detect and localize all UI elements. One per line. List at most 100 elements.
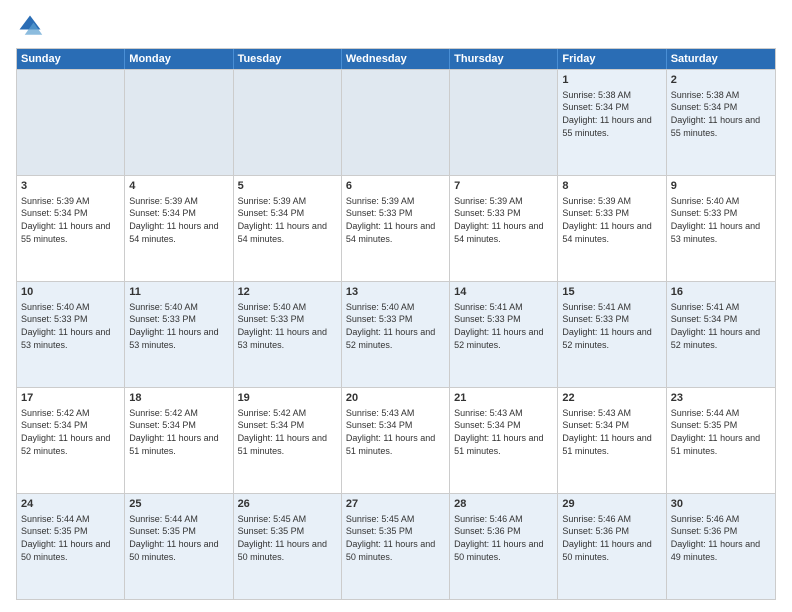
calendar-cell [450, 70, 558, 175]
day-number: 11 [129, 285, 228, 300]
cell-info: Sunrise: 5:41 AM Sunset: 5:34 PM Dayligh… [671, 301, 771, 351]
cell-info: Sunrise: 5:40 AM Sunset: 5:33 PM Dayligh… [129, 301, 228, 351]
calendar-body: 1Sunrise: 5:38 AM Sunset: 5:34 PM Daylig… [17, 69, 775, 599]
day-number: 30 [671, 497, 771, 512]
calendar-cell: 14Sunrise: 5:41 AM Sunset: 5:33 PM Dayli… [450, 282, 558, 387]
day-number: 26 [238, 497, 337, 512]
calendar-cell: 5Sunrise: 5:39 AM Sunset: 5:34 PM Daylig… [234, 176, 342, 281]
day-number: 9 [671, 179, 771, 194]
cell-info: Sunrise: 5:40 AM Sunset: 5:33 PM Dayligh… [238, 301, 337, 351]
cell-info: Sunrise: 5:39 AM Sunset: 5:33 PM Dayligh… [346, 195, 445, 245]
calendar-cell: 29Sunrise: 5:46 AM Sunset: 5:36 PM Dayli… [558, 494, 666, 599]
cell-info: Sunrise: 5:46 AM Sunset: 5:36 PM Dayligh… [562, 513, 661, 563]
calendar-cell: 7Sunrise: 5:39 AM Sunset: 5:33 PM Daylig… [450, 176, 558, 281]
calendar-row-2: 10Sunrise: 5:40 AM Sunset: 5:33 PM Dayli… [17, 281, 775, 387]
weekday-header-tuesday: Tuesday [234, 49, 342, 69]
calendar-cell: 13Sunrise: 5:40 AM Sunset: 5:33 PM Dayli… [342, 282, 450, 387]
cell-info: Sunrise: 5:43 AM Sunset: 5:34 PM Dayligh… [454, 407, 553, 457]
cell-info: Sunrise: 5:40 AM Sunset: 5:33 PM Dayligh… [346, 301, 445, 351]
calendar-row-0: 1Sunrise: 5:38 AM Sunset: 5:34 PM Daylig… [17, 69, 775, 175]
calendar-row-1: 3Sunrise: 5:39 AM Sunset: 5:34 PM Daylig… [17, 175, 775, 281]
calendar-row-4: 24Sunrise: 5:44 AM Sunset: 5:35 PM Dayli… [17, 493, 775, 599]
day-number: 27 [346, 497, 445, 512]
day-number: 29 [562, 497, 661, 512]
day-number: 23 [671, 391, 771, 406]
calendar-row-3: 17Sunrise: 5:42 AM Sunset: 5:34 PM Dayli… [17, 387, 775, 493]
day-number: 24 [21, 497, 120, 512]
calendar-header: SundayMondayTuesdayWednesdayThursdayFrid… [17, 49, 775, 69]
calendar-cell: 26Sunrise: 5:45 AM Sunset: 5:35 PM Dayli… [234, 494, 342, 599]
cell-info: Sunrise: 5:40 AM Sunset: 5:33 PM Dayligh… [671, 195, 771, 245]
weekday-header-wednesday: Wednesday [342, 49, 450, 69]
day-number: 5 [238, 179, 337, 194]
cell-info: Sunrise: 5:44 AM Sunset: 5:35 PM Dayligh… [671, 407, 771, 457]
calendar-cell: 20Sunrise: 5:43 AM Sunset: 5:34 PM Dayli… [342, 388, 450, 493]
calendar-cell [17, 70, 125, 175]
calendar-cell: 24Sunrise: 5:44 AM Sunset: 5:35 PM Dayli… [17, 494, 125, 599]
logo [16, 12, 48, 40]
cell-info: Sunrise: 5:41 AM Sunset: 5:33 PM Dayligh… [454, 301, 553, 351]
cell-info: Sunrise: 5:43 AM Sunset: 5:34 PM Dayligh… [562, 407, 661, 457]
calendar-cell: 12Sunrise: 5:40 AM Sunset: 5:33 PM Dayli… [234, 282, 342, 387]
day-number: 3 [21, 179, 120, 194]
weekday-header-saturday: Saturday [667, 49, 775, 69]
day-number: 4 [129, 179, 228, 194]
calendar-cell: 30Sunrise: 5:46 AM Sunset: 5:36 PM Dayli… [667, 494, 775, 599]
day-number: 25 [129, 497, 228, 512]
calendar-cell: 19Sunrise: 5:42 AM Sunset: 5:34 PM Dayli… [234, 388, 342, 493]
weekday-header-thursday: Thursday [450, 49, 558, 69]
logo-icon [16, 12, 44, 40]
calendar-cell [342, 70, 450, 175]
calendar-cell: 11Sunrise: 5:40 AM Sunset: 5:33 PM Dayli… [125, 282, 233, 387]
cell-info: Sunrise: 5:38 AM Sunset: 5:34 PM Dayligh… [562, 89, 661, 139]
day-number: 20 [346, 391, 445, 406]
calendar-cell: 28Sunrise: 5:46 AM Sunset: 5:36 PM Dayli… [450, 494, 558, 599]
calendar-cell: 2Sunrise: 5:38 AM Sunset: 5:34 PM Daylig… [667, 70, 775, 175]
day-number: 19 [238, 391, 337, 406]
day-number: 8 [562, 179, 661, 194]
calendar-cell: 4Sunrise: 5:39 AM Sunset: 5:34 PM Daylig… [125, 176, 233, 281]
weekday-header-monday: Monday [125, 49, 233, 69]
day-number: 17 [21, 391, 120, 406]
cell-info: Sunrise: 5:45 AM Sunset: 5:35 PM Dayligh… [346, 513, 445, 563]
calendar-cell: 21Sunrise: 5:43 AM Sunset: 5:34 PM Dayli… [450, 388, 558, 493]
cell-info: Sunrise: 5:46 AM Sunset: 5:36 PM Dayligh… [671, 513, 771, 563]
cell-info: Sunrise: 5:42 AM Sunset: 5:34 PM Dayligh… [238, 407, 337, 457]
calendar-cell: 18Sunrise: 5:42 AM Sunset: 5:34 PM Dayli… [125, 388, 233, 493]
calendar-cell: 1Sunrise: 5:38 AM Sunset: 5:34 PM Daylig… [558, 70, 666, 175]
calendar-cell: 17Sunrise: 5:42 AM Sunset: 5:34 PM Dayli… [17, 388, 125, 493]
day-number: 14 [454, 285, 553, 300]
cell-info: Sunrise: 5:45 AM Sunset: 5:35 PM Dayligh… [238, 513, 337, 563]
calendar-cell: 3Sunrise: 5:39 AM Sunset: 5:34 PM Daylig… [17, 176, 125, 281]
weekday-header-friday: Friday [558, 49, 666, 69]
day-number: 12 [238, 285, 337, 300]
day-number: 13 [346, 285, 445, 300]
calendar-cell [125, 70, 233, 175]
day-number: 21 [454, 391, 553, 406]
page: SundayMondayTuesdayWednesdayThursdayFrid… [0, 0, 792, 612]
calendar-cell: 25Sunrise: 5:44 AM Sunset: 5:35 PM Dayli… [125, 494, 233, 599]
cell-info: Sunrise: 5:39 AM Sunset: 5:34 PM Dayligh… [129, 195, 228, 245]
day-number: 15 [562, 285, 661, 300]
day-number: 22 [562, 391, 661, 406]
calendar-cell: 23Sunrise: 5:44 AM Sunset: 5:35 PM Dayli… [667, 388, 775, 493]
cell-info: Sunrise: 5:44 AM Sunset: 5:35 PM Dayligh… [21, 513, 120, 563]
cell-info: Sunrise: 5:39 AM Sunset: 5:33 PM Dayligh… [562, 195, 661, 245]
cell-info: Sunrise: 5:39 AM Sunset: 5:33 PM Dayligh… [454, 195, 553, 245]
day-number: 2 [671, 73, 771, 88]
calendar-cell: 6Sunrise: 5:39 AM Sunset: 5:33 PM Daylig… [342, 176, 450, 281]
cell-info: Sunrise: 5:40 AM Sunset: 5:33 PM Dayligh… [21, 301, 120, 351]
day-number: 10 [21, 285, 120, 300]
cell-info: Sunrise: 5:41 AM Sunset: 5:33 PM Dayligh… [562, 301, 661, 351]
calendar-cell [234, 70, 342, 175]
cell-info: Sunrise: 5:42 AM Sunset: 5:34 PM Dayligh… [129, 407, 228, 457]
day-number: 18 [129, 391, 228, 406]
cell-info: Sunrise: 5:39 AM Sunset: 5:34 PM Dayligh… [21, 195, 120, 245]
header [16, 12, 776, 40]
cell-info: Sunrise: 5:39 AM Sunset: 5:34 PM Dayligh… [238, 195, 337, 245]
day-number: 1 [562, 73, 661, 88]
cell-info: Sunrise: 5:38 AM Sunset: 5:34 PM Dayligh… [671, 89, 771, 139]
cell-info: Sunrise: 5:42 AM Sunset: 5:34 PM Dayligh… [21, 407, 120, 457]
calendar-cell: 27Sunrise: 5:45 AM Sunset: 5:35 PM Dayli… [342, 494, 450, 599]
day-number: 7 [454, 179, 553, 194]
